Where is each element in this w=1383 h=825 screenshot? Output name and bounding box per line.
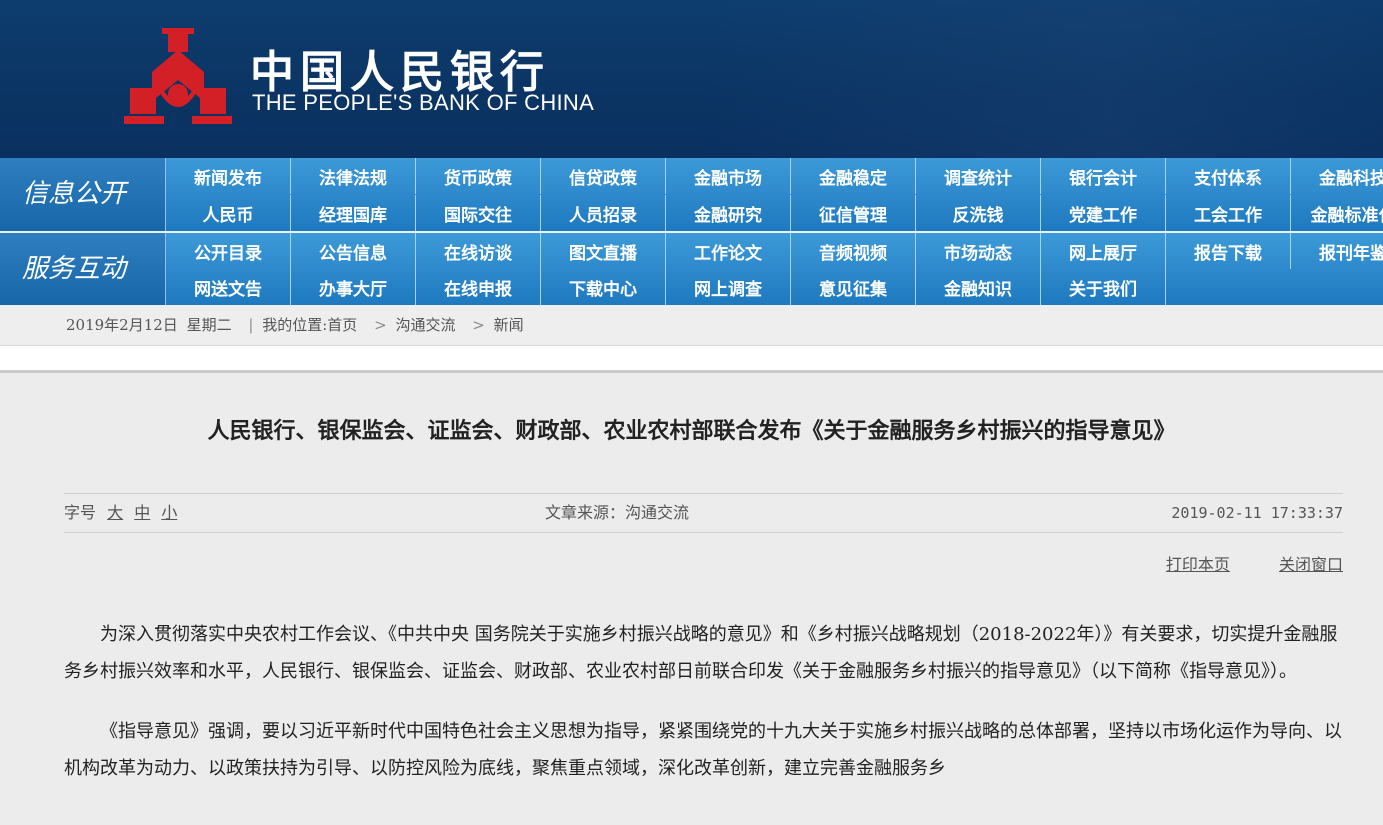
article-paragraph: 为深入贯彻落实中央农村工作会议、《中共中央 国务院关于实施乡村振兴战略的意见》和… <box>64 624 1338 682</box>
nav-item-solicit-opinions[interactable]: 意见征集 <box>791 269 916 305</box>
main-navigation: 信息公开 服务互动 新闻发布 法律法规 货币政策 信贷政策 金融市场 金融稳定 … <box>0 158 1383 305</box>
article-datetime: 2019-02-11 17:33:37 <box>1171 504 1343 522</box>
nav-item-service-hall[interactable]: 办事大厅 <box>291 269 416 305</box>
nav-item-union-work[interactable]: 工会工作 <box>1166 195 1291 231</box>
current-date: 2019年2月12日 <box>66 316 178 334</box>
nav-item-online-survey[interactable]: 网上调查 <box>666 269 791 305</box>
breadcrumb-home-link[interactable]: 首页 <box>327 316 357 334</box>
nav-item-laws[interactable]: 法律法规 <box>291 158 416 194</box>
nav-item-announcements[interactable]: 公告信息 <box>291 233 416 269</box>
font-size-label: 字号 <box>64 503 97 522</box>
nav-row-4: 网送文告 办事大厅 在线申报 下载中心 网上调查 意见征集 金融知识 关于我们 <box>166 269 1166 305</box>
nav-item-credit-management[interactable]: 征信管理 <box>791 195 916 231</box>
article-container: 人民银行、银保监会、证监会、财政部、农业农村部联合发布《关于金融服务乡村振兴的指… <box>0 373 1383 825</box>
nav-item-financial-stability[interactable]: 金融稳定 <box>791 158 916 194</box>
nav-item-download-center[interactable]: 下载中心 <box>541 269 666 305</box>
nav-item-financial-market[interactable]: 金融市场 <box>666 158 791 194</box>
article-paragraph: 《指导意见》强调，要以习近平新时代中国特色社会主义思想为指导，紧紧围绕党的十九大… <box>64 721 1342 779</box>
breadcrumb-communication-link[interactable]: 沟通交流 <box>395 316 455 334</box>
article-meta-bar: 字号 大 中 小 文章来源：沟通交流 2019-02-11 17:33:37 <box>64 493 1343 533</box>
nav-item-treasury[interactable]: 经理国库 <box>291 195 416 231</box>
nav-item-rmb[interactable]: 人民币 <box>166 195 291 231</box>
pbc-emblem-icon[interactable] <box>122 28 234 126</box>
location-label: 我的位置: <box>262 316 328 334</box>
nav-item-news-release[interactable]: 新闻发布 <box>166 158 291 194</box>
nav-item-online-exhibition[interactable]: 网上展厅 <box>1041 233 1166 269</box>
breadcrumb-arrow: > <box>374 316 387 334</box>
nav-item-report-download[interactable]: 报告下载 <box>1166 233 1291 269</box>
nav-item-financial-standards[interactable]: 金融标准化 <box>1291 195 1383 231</box>
nav-item-financial-research[interactable]: 金融研究 <box>666 195 791 231</box>
close-window-link[interactable]: 关闭窗口 <box>1279 555 1343 574</box>
nav-item-online-interview[interactable]: 在线访谈 <box>416 233 541 269</box>
logo-english-name[interactable]: THE PEOPLE'S BANK OF CHINA <box>252 90 594 116</box>
nav-item-bank-accounting[interactable]: 银行会计 <box>1041 158 1166 194</box>
breadcrumb-separator: | <box>248 316 254 334</box>
nav-row-3: 公开目录 公告信息 在线访谈 图文直播 工作论文 音频视频 市场动态 网上展厅 … <box>166 233 1383 269</box>
spacer <box>0 346 1383 370</box>
nav-item-about-us[interactable]: 关于我们 <box>1041 269 1166 305</box>
nav-item-audio-video[interactable]: 音频视频 <box>791 233 916 269</box>
nav-item-financial-knowledge[interactable]: 金融知识 <box>916 269 1041 305</box>
nav-item-live-broadcast[interactable]: 图文直播 <box>541 233 666 269</box>
nav-item-fintech[interactable]: 金融科技 <box>1291 158 1383 194</box>
nav-item-public-catalog[interactable]: 公开目录 <box>166 233 291 269</box>
font-size-large-link[interactable]: 大 <box>107 503 123 522</box>
nav-item-yearbooks[interactable]: 报刊年鉴 <box>1291 233 1383 269</box>
font-size-medium-link[interactable]: 中 <box>134 503 150 522</box>
nav-item-international[interactable]: 国际交往 <box>416 195 541 231</box>
nav-section-info-disclosure[interactable]: 信息公开 <box>0 158 166 231</box>
nav-item-anti-money-laundering[interactable]: 反洗钱 <box>916 195 1041 231</box>
header-decoration <box>700 0 1383 158</box>
breadcrumb-arrow: > <box>472 316 485 334</box>
nav-row-1: 新闻发布 法律法规 货币政策 信贷政策 金融市场 金融稳定 调查统计 银行会计 … <box>166 158 1383 194</box>
nav-item-online-filing[interactable]: 在线申报 <box>416 269 541 305</box>
nav-row-2: 人民币 经理国库 国际交往 人员招录 金融研究 征信管理 反洗钱 党建工作 工会… <box>166 195 1383 231</box>
nav-item-recruitment[interactable]: 人员招录 <box>541 195 666 231</box>
article-title: 人民银行、银保监会、证监会、财政部、农业农村部联合发布《关于金融服务乡村振兴的指… <box>207 418 1176 444</box>
article-body: 为深入贯彻落实中央农村工作会议、《中共中央 国务院关于实施乡村振兴战略的意见》和… <box>64 617 1344 811</box>
nav-item-party-building[interactable]: 党建工作 <box>1041 195 1166 231</box>
nav-item-online-documents[interactable]: 网送文告 <box>166 269 291 305</box>
breadcrumb-bar: 2019年2月12日 星期二 | 我的位置:首页 > 沟通交流 > 新闻 <box>0 305 1383 346</box>
font-size-small-link[interactable]: 小 <box>161 503 177 522</box>
current-weekday: 星期二 <box>186 316 232 334</box>
print-page-link[interactable]: 打印本页 <box>1166 555 1230 574</box>
article-tools: 打印本页 关闭窗口 <box>1122 551 1343 575</box>
font-size-control: 字号 大 中 小 <box>64 494 177 532</box>
nav-item-credit-policy[interactable]: 信贷政策 <box>541 158 666 194</box>
site-header: 中国人民银行 THE PEOPLE'S BANK OF CHINA <box>0 0 1383 158</box>
nav-item-monetary-policy[interactable]: 货币政策 <box>416 158 541 194</box>
article-source: 文章来源：沟通交流 <box>545 503 690 522</box>
nav-section-service-interaction[interactable]: 服务互动 <box>0 233 166 305</box>
nav-item-payment-system[interactable]: 支付体系 <box>1166 158 1291 194</box>
nav-item-market-news[interactable]: 市场动态 <box>916 233 1041 269</box>
breadcrumb-news-link[interactable]: 新闻 <box>494 316 524 334</box>
breadcrumb: 2019年2月12日 星期二 | 我的位置:首页 > 沟通交流 > 新闻 <box>66 305 528 345</box>
nav-item-survey-statistics[interactable]: 调查统计 <box>916 158 1041 194</box>
nav-item-working-papers[interactable]: 工作论文 <box>666 233 791 269</box>
